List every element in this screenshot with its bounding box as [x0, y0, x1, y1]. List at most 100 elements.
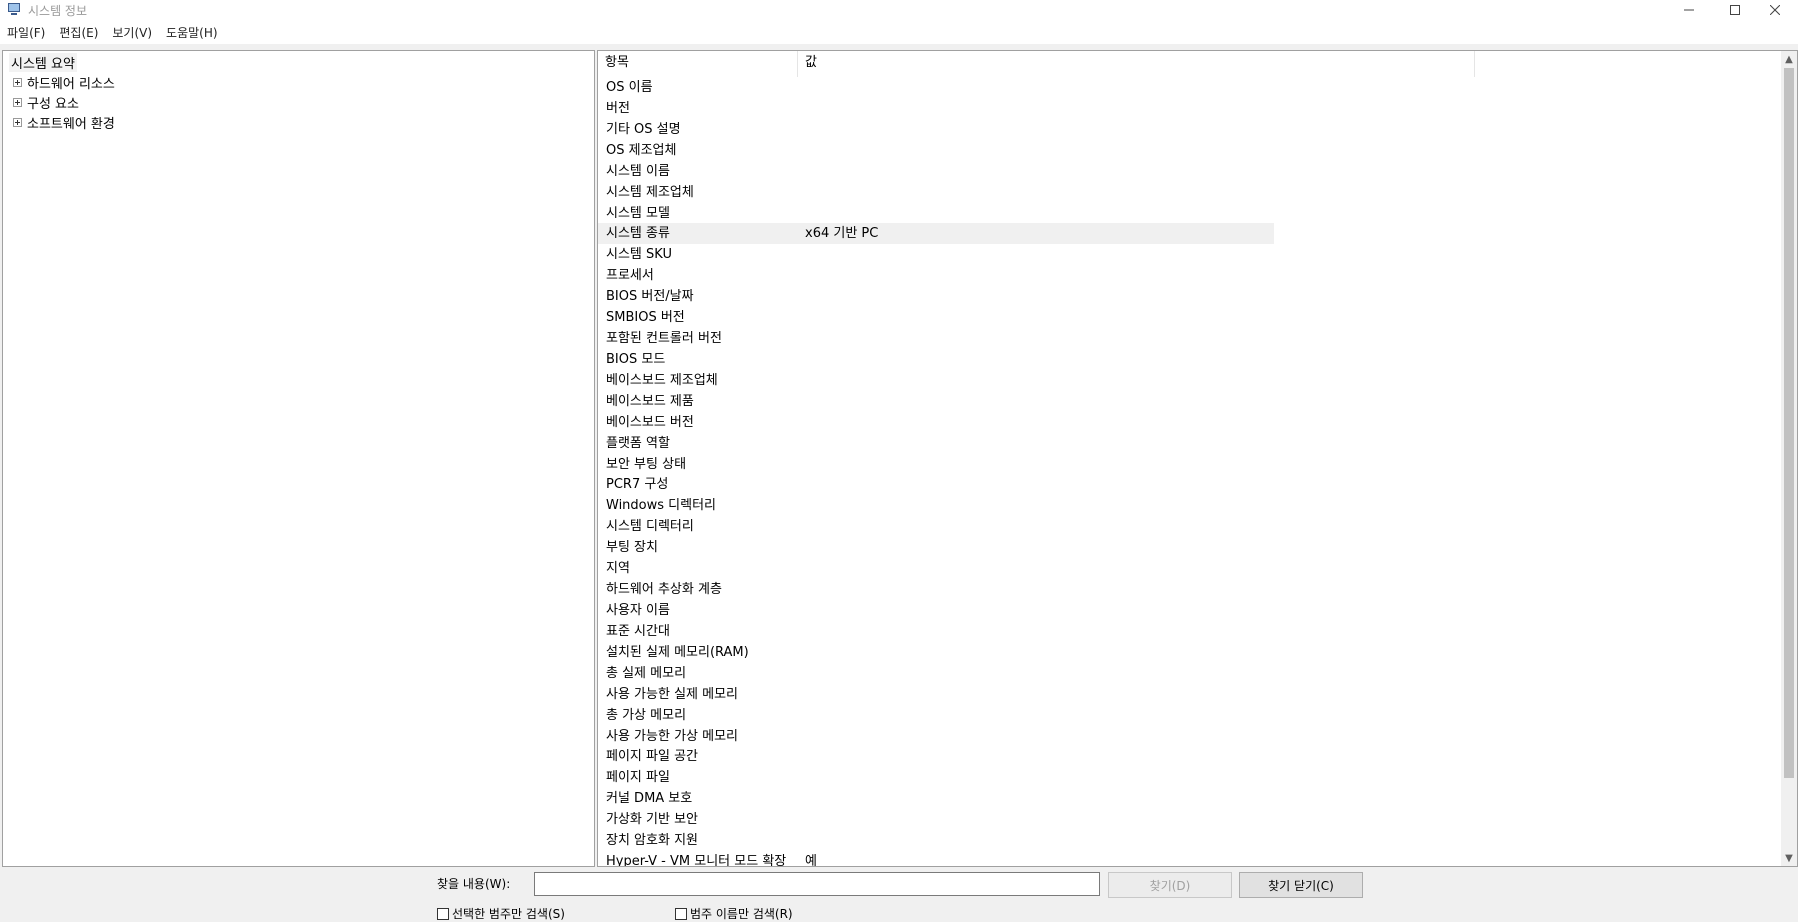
table-row[interactable]: 커널 DMA 보호 [598, 788, 1274, 809]
table-row[interactable]: 총 가상 메모리 [598, 705, 1274, 726]
expand-plus-icon[interactable] [13, 98, 22, 107]
cell-value: x64 기반 PC [805, 226, 879, 242]
column-header-value[interactable]: 값 [798, 51, 1475, 77]
table-row[interactable]: 플랫폼 역할 [598, 433, 1274, 454]
table-row[interactable]: Windows 디렉터리 [598, 495, 1274, 516]
table-row[interactable]: 지역 [598, 558, 1274, 579]
table-row[interactable]: 표준 시간대 [598, 621, 1274, 642]
cell-item: 시스템 종류 [606, 226, 670, 242]
table-row[interactable]: 시스템 제조업체 [598, 182, 1274, 203]
table-row[interactable]: 시스템 이름 [598, 161, 1274, 182]
cell-item: PCR7 구성 [606, 477, 669, 493]
tree-node-label: 하드웨어 리소스 [27, 77, 115, 92]
cell-item: 시스템 이름 [606, 163, 670, 179]
table-row[interactable]: Hyper-V - VM 모니터 모드 확장 예 [598, 851, 1274, 867]
scroll-up-icon[interactable]: ▲ [1781, 51, 1797, 67]
cell-item: BIOS 모드 [606, 351, 666, 367]
maximize-icon [1730, 5, 1740, 15]
cell-item: 페이지 파일 [606, 770, 670, 786]
table-row[interactable]: BIOS 버전/날짜 [598, 286, 1274, 307]
cell-item: 커널 DMA 보호 [606, 791, 693, 807]
minimize-button[interactable] [1666, 0, 1712, 20]
menu-item[interactable]: 편집(E) [52, 24, 105, 41]
table-row[interactable]: 총 실제 메모리 [598, 663, 1274, 684]
tree-node-label: 구성 요소 [27, 97, 79, 112]
checkbox-box[interactable] [675, 907, 687, 920]
cell-item: 장치 암호화 지원 [606, 833, 698, 849]
table-row[interactable]: 가상화 기반 보안 [598, 809, 1274, 830]
cell-item: 베이스보드 제조업체 [606, 372, 718, 388]
expand-plus-icon[interactable] [13, 118, 22, 127]
table-row[interactable]: 시스템 디렉터리 [598, 516, 1274, 537]
tree-node[interactable]: 소프트웨어 환경 [13, 113, 115, 132]
find-button[interactable]: 찾기(D) [1108, 872, 1232, 898]
cell-item: 페이지 파일 공간 [606, 749, 698, 765]
cell-item: 지역 [606, 561, 630, 577]
close-find-button[interactable]: 찾기 닫기(C) [1239, 872, 1363, 898]
cell-item: 버전 [606, 100, 630, 116]
table-row[interactable]: 장치 암호화 지원 [598, 830, 1274, 851]
cell-item: 총 실제 메모리 [606, 665, 687, 681]
table-row[interactable]: 페이지 파일 공간 [598, 746, 1274, 767]
table-row[interactable]: 페이지 파일 [598, 767, 1274, 788]
table-row[interactable]: 시스템 종류 x64 기반 PC [598, 223, 1274, 245]
cell-item: OS 이름 [606, 80, 653, 95]
scroll-down-icon[interactable]: ▼ [1781, 850, 1797, 866]
table-row[interactable]: 기타 OS 설명 [598, 119, 1274, 140]
cell-item: 설치된 실제 메모리(RAM) [606, 644, 749, 660]
table-row[interactable]: 설치된 실제 메모리(RAM) [598, 642, 1274, 663]
checkbox-box[interactable] [437, 907, 449, 920]
cell-item: 총 가상 메모리 [606, 707, 687, 723]
table-row[interactable]: 베이스보드 제품 [598, 391, 1274, 412]
table-row[interactable]: 베이스보드 버전 [598, 412, 1274, 433]
table-row[interactable]: 버전 [598, 98, 1274, 119]
table-row[interactable]: 프로세서 [598, 265, 1274, 286]
table-row[interactable]: 사용 가능한 실제 메모리 [598, 684, 1274, 705]
table-row[interactable]: 시스템 SKU [598, 244, 1274, 265]
table-row[interactable]: OS 이름 [598, 77, 1274, 98]
tree-root-system-summary[interactable]: 시스템 요약 [9, 53, 77, 72]
search-selected-category-checkbox[interactable]: 선택한 범주만 검색(S) [437, 905, 565, 922]
find-bar: 찾을 내용(W): 찾기(D) 찾기 닫기(C) 선택한 범주만 검색(S) 범… [0, 868, 1798, 922]
cell-value: 예 [805, 854, 817, 867]
cell-item: 시스템 SKU [606, 247, 672, 263]
cell-item: Hyper-V - VM 모니터 모드 확장 [606, 854, 787, 867]
cell-item: 시스템 모델 [606, 205, 670, 221]
table-row[interactable]: SMBIOS 버전 [598, 307, 1274, 328]
table-row[interactable]: 부팅 장치 [598, 537, 1274, 558]
cell-item: 사용 가능한 실제 메모리 [606, 686, 738, 702]
close-button[interactable] [1752, 0, 1798, 20]
category-tree[interactable]: 시스템 요약 하드웨어 리소스구성 요소소프트웨어 환경 [2, 50, 595, 867]
column-header-item[interactable]: 항목 [598, 51, 798, 77]
cell-item: 플랫폼 역할 [606, 435, 670, 451]
cell-item: 기타 OS 설명 [606, 121, 681, 137]
menu-item[interactable]: 파일(F) [0, 24, 52, 41]
title-bar: 시스템 정보 [0, 0, 1798, 20]
table-row[interactable]: 포함된 컨트롤러 버전 [598, 328, 1274, 349]
table-row[interactable]: 시스템 모델 [598, 203, 1274, 224]
scrollbar-thumb[interactable] [1784, 68, 1794, 778]
table-row[interactable]: PCR7 구성 [598, 474, 1274, 495]
table-row[interactable]: 사용 가능한 가상 메모리 [598, 726, 1274, 747]
cell-item: 표준 시간대 [606, 623, 670, 639]
menu-item[interactable]: 도움말(H) [159, 24, 225, 41]
find-input[interactable] [534, 872, 1100, 896]
table-row[interactable]: 하드웨어 추상화 계층 [598, 579, 1274, 600]
details-list[interactable]: 항목 값 OS 이름버전기타 OS 설명 OS 제조업체시스템 이름시스템 제조업… [597, 50, 1798, 867]
table-row[interactable]: OS 제조업체 [598, 140, 1274, 161]
menu-item[interactable]: 보기(V) [105, 24, 159, 41]
table-row[interactable]: 베이스보드 제조업체 [598, 370, 1274, 391]
cell-item: 베이스보드 제품 [606, 393, 694, 409]
expand-plus-icon[interactable] [13, 78, 22, 87]
tree-node[interactable]: 하드웨어 리소스 [13, 73, 115, 92]
tree-node-label: 소프트웨어 환경 [27, 117, 115, 132]
table-row[interactable]: BIOS 모드 [598, 349, 1274, 370]
minimize-icon [1684, 9, 1694, 11]
table-row[interactable]: 보안 부팅 상태 [598, 454, 1274, 475]
cell-item: 시스템 디렉터리 [606, 519, 694, 535]
tree-node[interactable]: 구성 요소 [13, 93, 79, 112]
vertical-scrollbar[interactable]: ▲ ▼ [1781, 51, 1797, 866]
cell-item: 보안 부팅 상태 [606, 456, 687, 472]
search-category-names-checkbox[interactable]: 범주 이름만 검색(R) [675, 905, 793, 922]
table-row[interactable]: 사용자 이름 [598, 600, 1274, 621]
